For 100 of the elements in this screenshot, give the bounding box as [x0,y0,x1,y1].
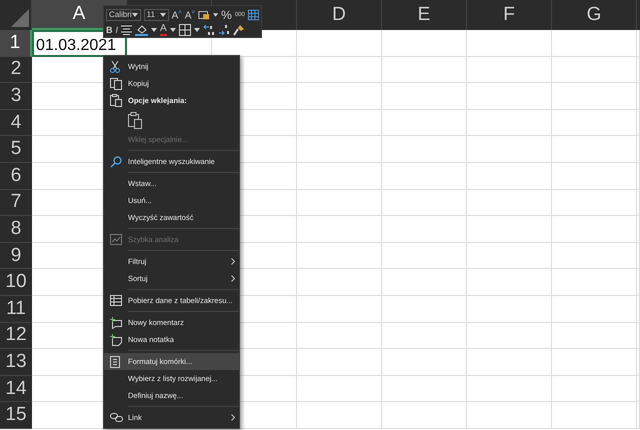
grid-cell[interactable] [467,56,552,84]
grid-cell[interactable] [552,136,637,163]
grid-cell[interactable] [297,190,382,216]
grid-cell[interactable] [467,349,552,376]
grid-cell[interactable] [552,190,637,216]
grid-cell[interactable] [297,402,382,429]
grid-cell[interactable] [637,296,640,323]
row-header[interactable]: 11 [0,296,32,323]
grid-cell[interactable] [297,83,382,110]
grid-cell[interactable] [552,110,637,136]
grid-cell[interactable] [382,242,467,270]
font-size-field[interactable]: 11 [144,8,169,20]
increase-font-button[interactable]: A$^{˄}$ [172,6,182,22]
grid-cell[interactable] [467,322,552,350]
grid-cell[interactable] [552,162,637,190]
grid-cell[interactable] [382,216,467,243]
row-header[interactable]: 8 [0,216,32,243]
grid-cell[interactable] [467,136,552,163]
grid-cell[interactable] [552,269,637,296]
grid-cell[interactable] [382,83,467,110]
grid-cell[interactable] [552,402,637,429]
grid-cell[interactable] [297,269,382,296]
grid-cell[interactable] [382,162,467,190]
grid-cell[interactable] [552,376,637,402]
grid-cell[interactable] [637,402,640,429]
dropdown-arrow-icon[interactable] [170,28,176,32]
column-header[interactable]: F [467,0,552,30]
grid-cell[interactable] [297,162,382,190]
grid-cell[interactable] [552,349,637,376]
grid-cell[interactable] [637,56,640,84]
grid-cell[interactable] [467,402,552,429]
grid-cell[interactable] [637,83,640,110]
grid-cell[interactable] [297,349,382,376]
grid-cell[interactable] [382,110,467,136]
grid-cell[interactable] [467,242,552,270]
dropdown-arrow-icon[interactable] [132,12,138,16]
grid-cell[interactable] [297,30,382,57]
row-header[interactable]: 2 [0,56,32,84]
grid-cell[interactable] [297,322,382,350]
decrease-decimal-icon[interactable] [218,24,230,36]
grid-cell[interactable] [467,190,552,216]
grid-cell[interactable] [382,322,467,350]
row-header[interactable]: 10 [0,269,32,296]
decrease-font-button[interactable]: A$^{˅}$ [184,6,195,22]
grid-cell[interactable] [467,269,552,296]
column-header[interactable]: D [297,0,382,30]
select-all-corner[interactable] [0,0,32,30]
grid-cell[interactable] [297,376,382,402]
grid-cell[interactable] [297,56,382,84]
grid-cell[interactable] [382,56,467,84]
font-color-button[interactable]: A [160,24,167,36]
grid-cell[interactable] [637,216,640,243]
grid-cell[interactable] [382,269,467,296]
grid-cell[interactable] [382,30,467,57]
fill-color-icon[interactable] [135,24,148,36]
grid-cell[interactable] [552,322,637,350]
row-header[interactable]: 5 [0,136,32,163]
grid-cell[interactable] [382,376,467,402]
grid-cell[interactable] [382,402,467,429]
italic-button[interactable]: I [116,24,118,36]
dropdown-arrow-icon[interactable] [160,12,166,16]
grid-cell[interactable] [467,162,552,190]
grid-cell[interactable] [297,242,382,270]
dropdown-arrow-icon[interactable] [212,12,218,16]
grid-cell[interactable] [467,110,552,136]
grid-cell[interactable] [552,216,637,243]
number-format-icon[interactable] [198,8,210,20]
grid-cell[interactable] [637,190,640,216]
grid-cell[interactable] [297,216,382,243]
row-header[interactable]: 6 [0,162,32,190]
grid-cell[interactable] [467,216,552,243]
grid-cell[interactable] [467,30,552,57]
align-center-icon[interactable] [121,24,132,34]
grid-cell[interactable] [552,83,637,110]
grid-cell[interactable] [382,349,467,376]
grid-cell[interactable] [637,136,640,163]
grid-cell[interactable] [552,242,637,270]
row-header[interactable]: 14 [0,376,32,402]
grid-cell[interactable] [382,190,467,216]
grid-cell[interactable] [637,110,640,136]
row-header[interactable]: 4 [0,110,32,136]
row-header[interactable]: 13 [0,349,32,376]
borders-icon[interactable] [178,24,191,36]
grid-cell[interactable] [297,136,382,163]
row-header[interactable]: 15 [0,402,32,429]
percent-button[interactable]: % [221,8,232,20]
paste-icon[interactable] [128,112,142,128]
column-header[interactable]: E [382,0,467,30]
grid-cell[interactable] [552,56,637,84]
grid-cell[interactable] [637,349,640,376]
grid-cell[interactable] [637,242,640,270]
row-header[interactable]: 3 [0,83,32,110]
dropdown-arrow-icon[interactable] [194,28,200,32]
row-header[interactable]: 9 [0,242,32,270]
grid-cell[interactable] [552,30,637,57]
grid-cell[interactable] [637,322,640,350]
dropdown-arrow-icon[interactable] [151,28,158,32]
row-header[interactable]: 12 [0,322,32,350]
grid-cell[interactable] [467,83,552,110]
grid-cell[interactable] [467,376,552,402]
